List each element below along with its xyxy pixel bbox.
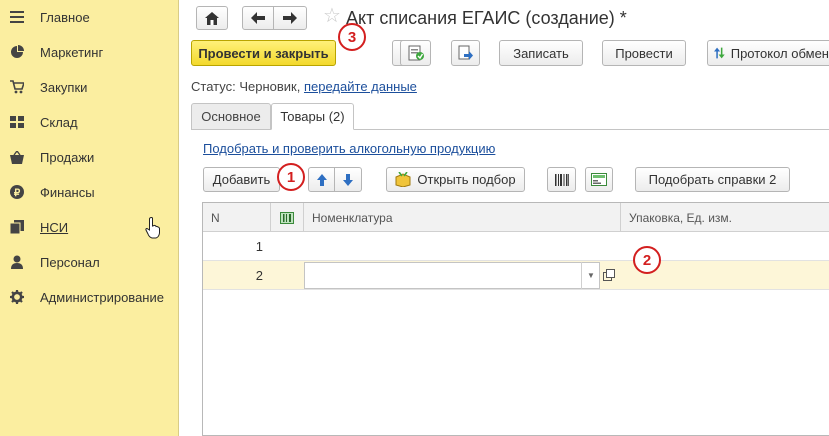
column-header-n[interactable]: N — [203, 203, 271, 232]
column-header-package[interactable]: Упаковка, Ед. изм. — [621, 203, 829, 232]
chevron-down-icon: ▼ — [587, 271, 595, 280]
add-button[interactable]: Добавить — [203, 167, 280, 192]
transfer-data-link[interactable]: передайте данные — [304, 79, 417, 94]
status-value: Черновик, — [239, 79, 301, 94]
excise-stamp-icon — [591, 173, 607, 186]
tab-goods[interactable]: Товары (2) — [271, 103, 354, 130]
table-row-selected[interactable]: 2 ▼ — [203, 261, 829, 290]
back-button[interactable] — [242, 6, 274, 30]
sidebar-item-label: Склад — [40, 115, 78, 130]
sidebar-item-warehouse[interactable]: Склад — [0, 107, 178, 137]
selection-box-icon — [395, 172, 411, 187]
table-row[interactable]: 1 — [203, 232, 829, 261]
sidebar-item-label: Персонал — [40, 255, 100, 270]
create-from-icon — [458, 45, 473, 60]
arrow-left-icon — [251, 12, 265, 24]
forward-button[interactable] — [273, 6, 307, 30]
sidebar-item-admin[interactable]: Администрирование — [0, 282, 178, 312]
sidebar-item-main[interactable]: Главное — [0, 2, 178, 32]
menu-icon — [10, 10, 24, 24]
save-button[interactable]: Записать — [499, 40, 583, 66]
post-button[interactable]: Провести — [602, 40, 686, 66]
excise-column-icon — [280, 211, 294, 224]
favorite-star-icon[interactable]: ☆ — [323, 6, 341, 26]
sidebar-item-label: Маркетинг — [40, 45, 104, 60]
cart-icon — [10, 80, 24, 94]
nomenclature-cell[interactable] — [312, 232, 612, 260]
home-icon — [205, 11, 219, 25]
hand-cursor-icon — [145, 217, 160, 239]
exchange-protocol-label: Протокол обмен — [730, 45, 829, 61]
report-button[interactable] — [400, 40, 431, 66]
column-header-nomenclature[interactable]: Номенклатура — [304, 203, 621, 232]
post-and-close-button[interactable]: Провести и закрыть — [191, 40, 336, 66]
open-selection-button[interactable]: Открыть подбор — [386, 167, 525, 192]
arrow-up-icon — [316, 173, 327, 186]
barcode-button[interactable] — [547, 167, 576, 192]
arrow-right-icon — [283, 12, 297, 24]
nomenclature-input[interactable] — [304, 262, 600, 289]
sidebar-item-purchases[interactable]: Закупки — [0, 72, 178, 102]
row-number: 1 — [255, 238, 263, 254]
barcode-scanner-icon — [554, 173, 569, 186]
sidebar-item-label: Администрирование — [40, 290, 164, 305]
pie-chart-icon — [10, 45, 24, 59]
basket-icon — [10, 150, 24, 164]
column-header-excise[interactable] — [271, 203, 304, 232]
svg-text:₽: ₽ — [14, 188, 21, 199]
table-header: N Номенклатура Упаковка, Ед. изм. — [203, 203, 829, 232]
exchange-protocol-button[interactable]: Протокол обмен — [707, 40, 829, 66]
gear-icon — [10, 290, 24, 304]
sidebar-item-label: НСИ — [40, 220, 69, 235]
tab-divider — [354, 129, 829, 130]
sidebar-item-label: Финансы — [40, 185, 95, 200]
document-green-icon — [408, 45, 424, 61]
home-button[interactable] — [196, 6, 228, 30]
annotation-badge-1: 1 — [277, 163, 305, 191]
open-item-icon[interactable] — [603, 269, 615, 281]
ruble-icon: ₽ — [10, 185, 24, 199]
arrow-down-icon — [343, 173, 353, 186]
books-icon — [10, 220, 24, 234]
sidebar-item-label: Закупки — [40, 80, 88, 95]
row-number: 2 — [255, 267, 263, 283]
move-up-button[interactable] — [308, 167, 335, 192]
excise-stamps-button[interactable] — [585, 167, 613, 192]
exchange-arrows-icon — [714, 47, 725, 59]
select-and-check-alcohol-link[interactable]: Подобрать и проверить алкогольную продук… — [203, 141, 495, 156]
annotation-badge-3: 3 — [338, 23, 366, 51]
nomenclature-dropdown-button[interactable]: ▼ — [581, 262, 600, 289]
annotation-badge-2: 2 — [633, 246, 661, 274]
grid-icon — [10, 115, 24, 129]
sidebar-item-label: Продажи — [40, 150, 95, 165]
goods-table: N Номенклатура Упаковка, Ед. изм. 1 2 ▼ — [202, 202, 829, 436]
pick-references-button[interactable]: Подобрать справки 2 — [635, 167, 790, 192]
status-line: Статус: Черновик, передайте данные — [191, 79, 417, 94]
move-down-button[interactable] — [334, 167, 362, 192]
status-label: Статус: — [191, 79, 236, 94]
create-based-on-button[interactable] — [451, 40, 480, 66]
sidebar-item-sales[interactable]: Продажи — [0, 142, 178, 172]
sidebar-item-finance[interactable]: ₽ Финансы — [0, 177, 178, 207]
page-title: Акт списания ЕГАИС (создание) * — [346, 8, 627, 28]
sidebar-item-marketing[interactable]: Маркетинг — [0, 37, 178, 67]
person-icon — [10, 255, 24, 269]
tab-main[interactable]: Основное — [191, 103, 271, 130]
sidebar-item-personnel[interactable]: Персонал — [0, 247, 178, 277]
open-selection-label: Открыть подбор — [417, 172, 516, 187]
sidebar-item-label: Главное — [40, 10, 90, 25]
